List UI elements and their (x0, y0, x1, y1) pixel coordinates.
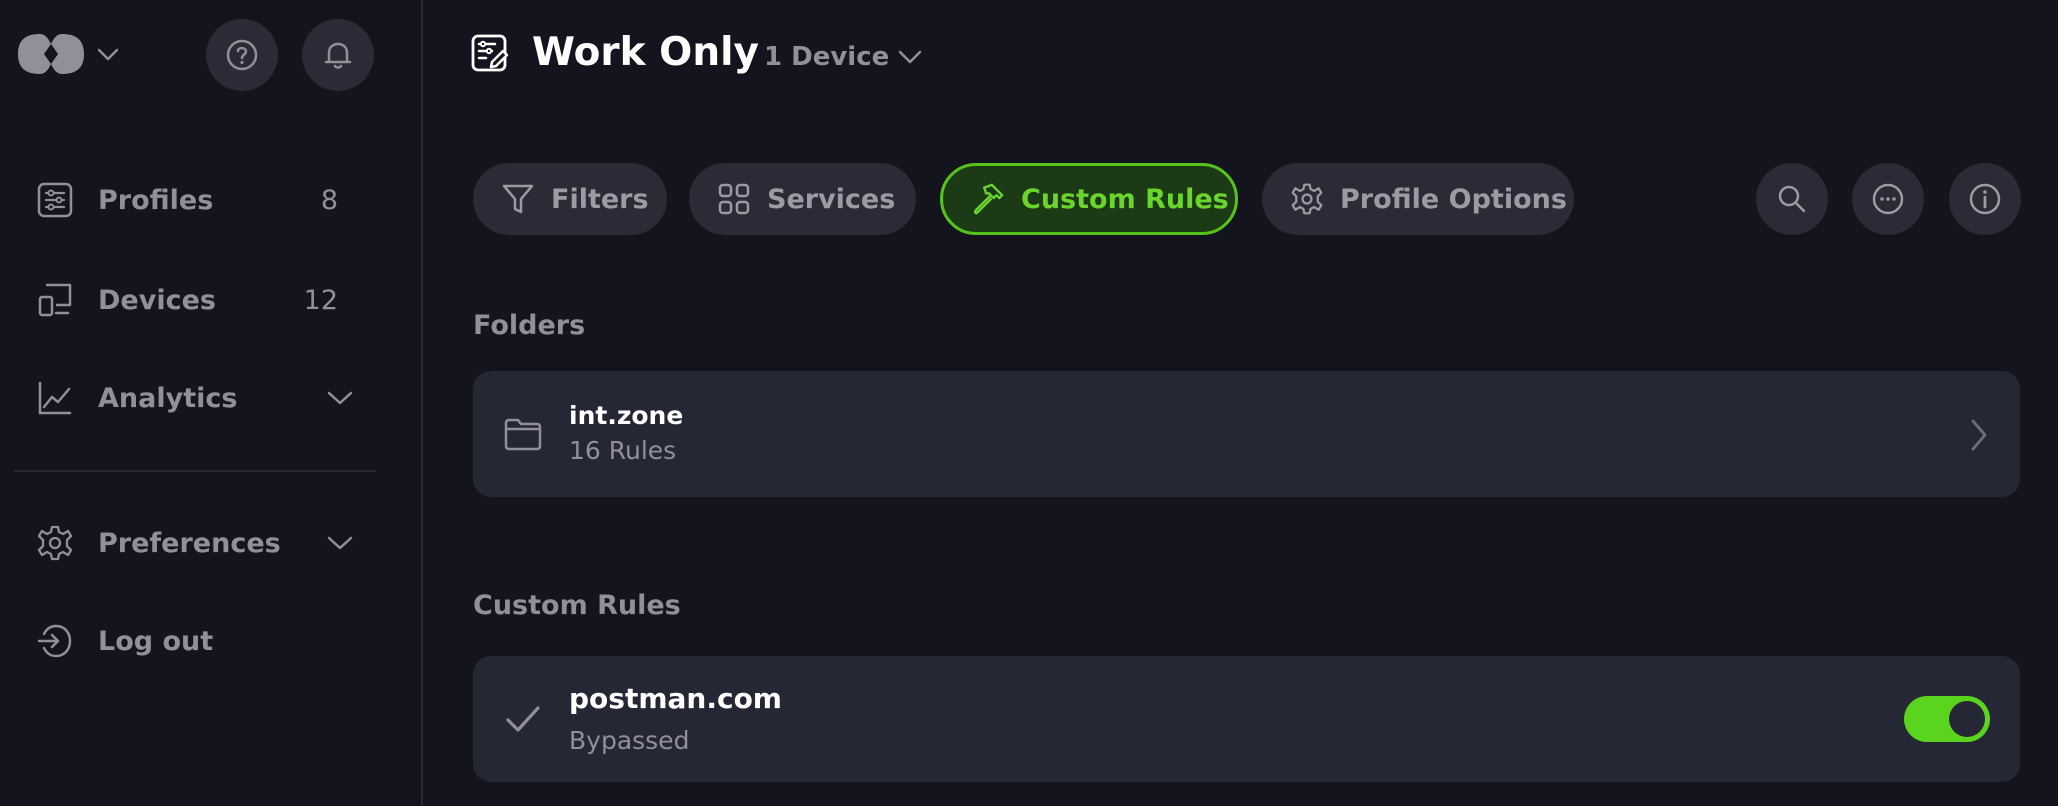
sidebar-item-analytics[interactable]: Analytics (36, 374, 356, 422)
device-selector[interactable]: 1 Device (764, 42, 923, 72)
info-icon (1969, 183, 2001, 215)
sidebar-item-profiles[interactable]: Profiles 8 (36, 176, 356, 224)
sidebar-item-logout[interactable]: Log out (36, 617, 356, 665)
search-button[interactable] (1756, 163, 1828, 235)
check-icon (506, 706, 540, 732)
sidebar-item-label: Devices (98, 284, 216, 316)
hammer-icon (971, 182, 1005, 216)
sidebar-item-label: Analytics (98, 382, 238, 414)
profiles-icon (36, 181, 74, 219)
sidebar-item-label: Preferences (98, 527, 281, 559)
more-options-button[interactable] (1852, 163, 1924, 235)
sidebar: Profiles 8 Devices 12 Analytics Preferen… (0, 0, 423, 806)
tab-label: Services (767, 183, 896, 215)
toggle-knob (1949, 701, 1985, 737)
filter-icon (501, 182, 535, 216)
tab-services[interactable]: Services (689, 163, 916, 235)
logo-icon[interactable] (14, 30, 88, 78)
bell-icon (324, 42, 352, 69)
chevron-down-icon (327, 536, 353, 550)
folder-name: int.zone (569, 401, 684, 430)
sidebar-item-count: 12 (303, 284, 338, 316)
custom-rule-row[interactable]: postman.com Bypassed (473, 656, 2020, 782)
chevron-down-icon (899, 50, 922, 64)
grid-icon (717, 182, 751, 216)
folder-rule-count: 16 Rules (569, 436, 677, 465)
chevron-down-icon[interactable] (96, 44, 120, 64)
devices-icon (36, 281, 74, 319)
notifications-button[interactable] (302, 19, 374, 91)
device-selector-label: 1 Device (764, 42, 890, 72)
sidebar-item-count: 8 (320, 184, 338, 216)
gear-icon (36, 524, 74, 562)
help-button[interactable] (206, 19, 278, 91)
gear-icon (1290, 182, 1324, 216)
tab-label: Filters (551, 183, 649, 215)
folder-row[interactable]: int.zone 16 Rules (473, 371, 2020, 497)
sidebar-item-label: Profiles (98, 184, 214, 216)
sidebar-divider (14, 470, 376, 472)
tab-label: Profile Options (1340, 183, 1567, 215)
search-icon (1778, 185, 1806, 213)
chevron-down-icon (327, 391, 353, 405)
sidebar-item-label: Log out (98, 625, 214, 657)
folders-section-title: Folders (473, 310, 586, 341)
info-button[interactable] (1949, 163, 2021, 235)
rule-status: Bypassed (569, 726, 690, 755)
chevron-right-icon (1971, 419, 1987, 451)
help-icon (226, 39, 258, 71)
analytics-icon (36, 379, 74, 417)
folder-icon (504, 418, 542, 451)
page-title: Work Only (532, 30, 759, 75)
tab-custom-rules[interactable]: Custom Rules (940, 163, 1238, 235)
more-icon (1872, 183, 1904, 215)
logout-icon (36, 622, 74, 660)
app-window: Profiles 8 Devices 12 Analytics Preferen… (0, 0, 2058, 806)
tab-profile-options[interactable]: Profile Options (1262, 163, 1574, 235)
custom-rules-section-title: Custom Rules (473, 590, 681, 621)
rule-enabled-toggle[interactable] (1904, 696, 1990, 742)
profile-edit-icon (471, 34, 509, 72)
rule-domain: postman.com (569, 682, 782, 715)
sidebar-item-preferences[interactable]: Preferences (36, 519, 356, 567)
tab-filters[interactable]: Filters (473, 163, 667, 235)
tab-label: Custom Rules (1021, 183, 1229, 215)
sidebar-item-devices[interactable]: Devices 12 (36, 276, 356, 324)
